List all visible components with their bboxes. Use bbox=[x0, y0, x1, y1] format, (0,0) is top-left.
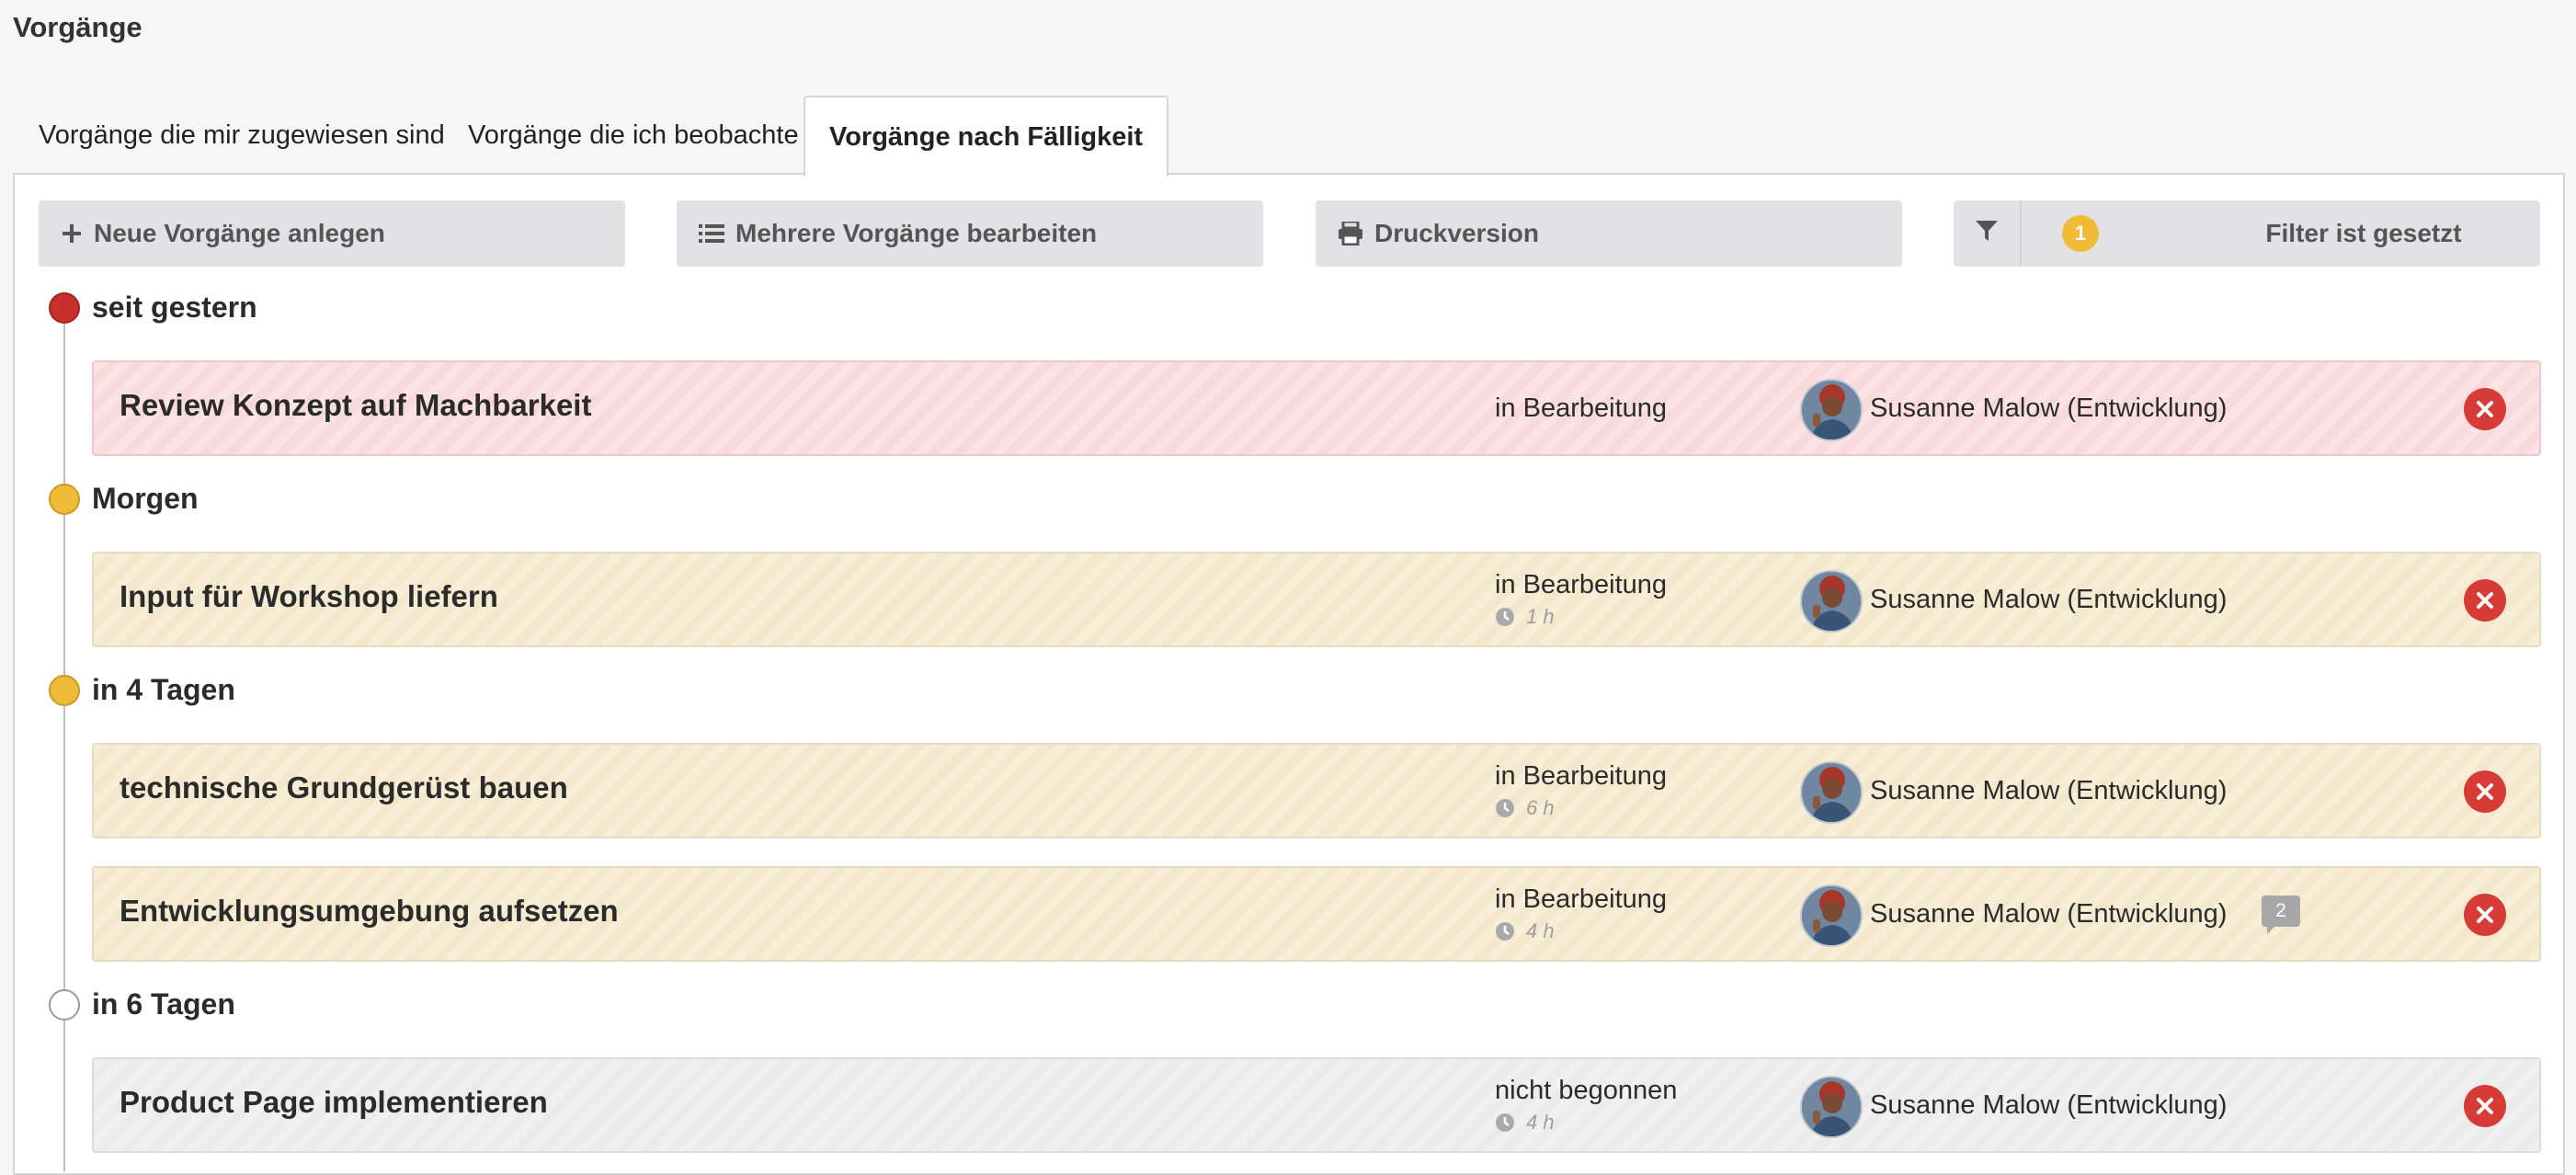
task-status: nicht begonnen bbox=[1495, 1076, 1678, 1105]
avatar bbox=[1800, 761, 1863, 824]
assignee-name[interactable]: Susanne Malow (Entwicklung) bbox=[1870, 585, 2227, 615]
new-task-label: Neue Vorgänge anlegen bbox=[94, 219, 385, 247]
filter-status-label: Filter ist gesetzt bbox=[2265, 219, 2462, 247]
funnel-icon bbox=[1975, 219, 1999, 249]
delete-task-button[interactable] bbox=[2464, 388, 2506, 430]
avatar bbox=[1800, 884, 1863, 947]
close-icon bbox=[2477, 401, 2493, 417]
bulk-edit-label: Mehrere Vorgänge bearbeiten bbox=[735, 219, 1098, 247]
time-estimate-value: 4 h bbox=[1526, 1111, 1555, 1134]
task-status: in Bearbeitung bbox=[1495, 761, 1668, 791]
assignee-name[interactable]: Susanne Malow (Entwicklung) bbox=[1870, 899, 2227, 930]
list-icon bbox=[699, 222, 724, 245]
close-icon bbox=[2477, 783, 2493, 800]
due-group-label: seit gestern bbox=[92, 291, 257, 324]
task-card[interactable]: technische Grundgerüst bauen in Bearbeit… bbox=[92, 743, 2541, 838]
avatar bbox=[1800, 1076, 1863, 1138]
due-group-label: in 4 Tagen bbox=[92, 673, 235, 706]
time-estimate: 6 h bbox=[1495, 796, 1555, 820]
clock-icon bbox=[1496, 799, 1514, 817]
due-group-label: Morgen bbox=[92, 482, 199, 515]
print-button[interactable]: Druckversion bbox=[1316, 200, 1902, 267]
time-estimate: 1 h bbox=[1495, 605, 1555, 629]
close-icon bbox=[2477, 1098, 2493, 1114]
time-estimate-value: 1 h bbox=[1526, 605, 1555, 628]
page-title: Vorgänge bbox=[13, 11, 142, 43]
filter-toggle[interactable] bbox=[1954, 200, 2022, 267]
content-panel bbox=[13, 173, 2565, 1175]
time-estimate: 4 h bbox=[1495, 1111, 1555, 1135]
clock-icon bbox=[1496, 608, 1514, 626]
time-estimate-value: 4 h bbox=[1526, 919, 1555, 942]
printer-icon bbox=[1338, 222, 1363, 245]
close-icon bbox=[2477, 592, 2493, 609]
tab-watched[interactable]: Vorgänge die ich beobachte bbox=[468, 96, 799, 175]
tab-by-due-date[interactable]: Vorgänge nach Fälligkeit bbox=[804, 96, 1169, 177]
avatar bbox=[1800, 379, 1863, 441]
due-status-dot bbox=[49, 484, 80, 515]
assignee-name[interactable]: Susanne Malow (Entwicklung) bbox=[1870, 394, 2227, 424]
plus-icon bbox=[61, 222, 83, 245]
due-status-dot bbox=[49, 292, 80, 324]
delete-task-button[interactable] bbox=[2464, 894, 2506, 936]
clock-icon bbox=[1496, 922, 1514, 941]
avatar bbox=[1800, 570, 1863, 633]
delete-task-button[interactable] bbox=[2464, 1085, 2506, 1127]
task-card[interactable]: Input für Workshop liefern in Bearbeitun… bbox=[92, 552, 2541, 647]
task-card[interactable]: Review Konzept auf Machbarkeit in Bearbe… bbox=[92, 360, 2541, 456]
task-card[interactable]: Entwicklungsumgebung aufsetzen in Bearbe… bbox=[92, 866, 2541, 962]
due-status-dot bbox=[49, 989, 80, 1021]
task-status: in Bearbeitung bbox=[1495, 394, 1668, 423]
due-status-dot bbox=[49, 675, 80, 706]
delete-task-button[interactable] bbox=[2464, 770, 2506, 813]
time-estimate-value: 6 h bbox=[1526, 796, 1555, 819]
due-group-label: in 6 Tagen bbox=[92, 987, 235, 1021]
task-title[interactable]: technische Grundgerüst bauen bbox=[120, 770, 568, 805]
delete-task-button[interactable] bbox=[2464, 579, 2506, 622]
task-card[interactable]: Product Page implementieren nicht begonn… bbox=[92, 1057, 2541, 1153]
filter-button[interactable]: 1 Filter ist gesetzt bbox=[1954, 200, 2540, 267]
comment-count-badge[interactable]: 2 bbox=[2262, 896, 2300, 934]
task-title[interactable]: Review Konzept auf Machbarkeit bbox=[120, 388, 591, 423]
filter-count-badge: 1 bbox=[2062, 215, 2099, 252]
task-status: in Bearbeitung bbox=[1495, 884, 1668, 914]
task-status: in Bearbeitung bbox=[1495, 570, 1668, 599]
assignee-name[interactable]: Susanne Malow (Entwicklung) bbox=[1870, 1090, 2227, 1121]
task-title[interactable]: Input für Workshop liefern bbox=[120, 579, 498, 614]
tab-assigned-to-me[interactable]: Vorgänge die mir zugewiesen sind bbox=[39, 96, 445, 175]
assignee-name[interactable]: Susanne Malow (Entwicklung) bbox=[1870, 776, 2227, 806]
close-icon bbox=[2477, 907, 2493, 923]
time-estimate: 4 h bbox=[1495, 919, 1555, 943]
timeline-line bbox=[63, 307, 65, 1171]
new-task-button[interactable]: Neue Vorgänge anlegen bbox=[39, 200, 625, 267]
print-label: Druckversion bbox=[1374, 219, 1539, 247]
task-title[interactable]: Entwicklungsumgebung aufsetzen bbox=[120, 894, 619, 929]
clock-icon bbox=[1496, 1113, 1514, 1132]
task-title[interactable]: Product Page implementieren bbox=[120, 1085, 548, 1120]
bulk-edit-button[interactable]: Mehrere Vorgänge bearbeiten bbox=[677, 200, 1263, 267]
